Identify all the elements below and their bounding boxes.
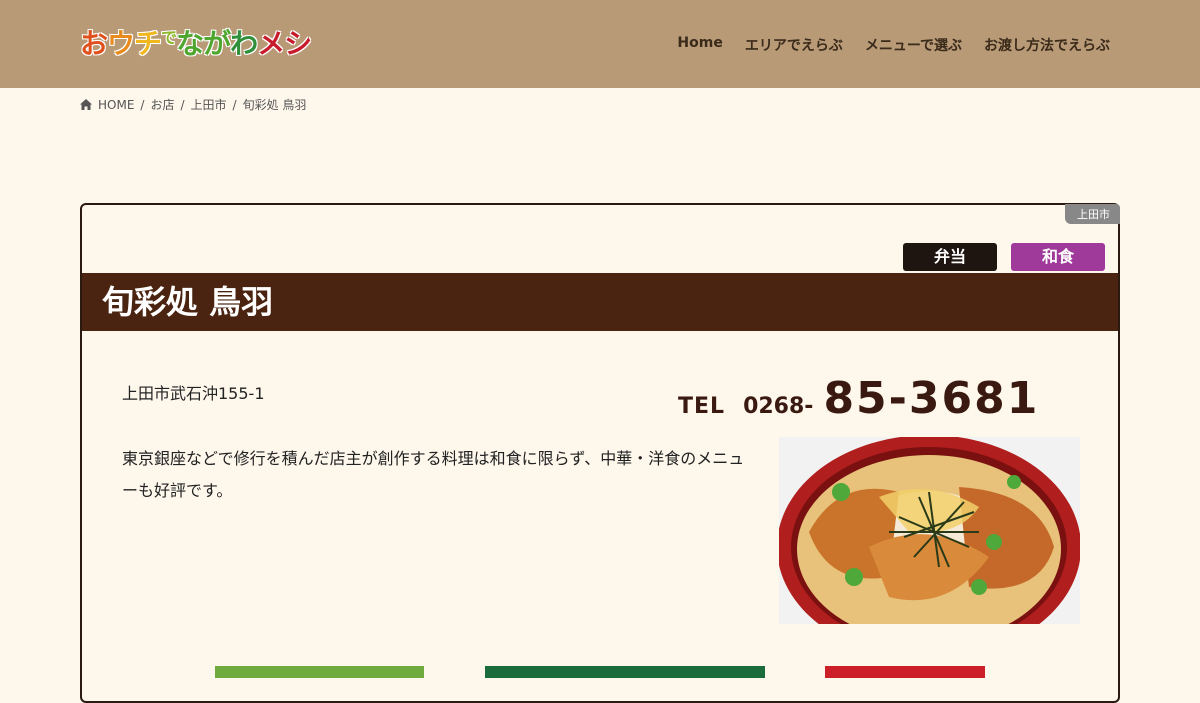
breadcrumb-separator: / (140, 97, 145, 112)
shop-tel[interactable]: TEL 0268- 85-3681 (678, 373, 1039, 424)
site-logo[interactable]: おウチでながわメシ (80, 22, 312, 62)
nav-area[interactable]: エリアでえらぶ (745, 35, 843, 55)
breadcrumb-separator: / (180, 97, 185, 112)
breadcrumb-area[interactable]: 上田市 (191, 96, 227, 113)
nav-menu[interactable]: メニューで選ぶ (865, 35, 962, 55)
breadcrumb-shops[interactable]: お店 (150, 96, 174, 113)
tel-prefix: 0268- (743, 394, 814, 419)
tag-washoku[interactable]: 和食 (1011, 243, 1105, 271)
breadcrumb-separator: / (232, 97, 237, 112)
logo-char: な (176, 27, 204, 60)
breadcrumb-home[interactable]: HOME (98, 98, 134, 112)
action-button-3[interactable] (825, 666, 985, 678)
tel-number: 85-3681 (823, 373, 1040, 424)
logo-char: ウ (107, 27, 135, 60)
food-photo (779, 437, 1080, 624)
shop-card: 上田市 弁当 和食 旬彩処 鳥羽 上田市武石沖155-1 TEL 0268- 8… (80, 203, 1120, 703)
tel-label: TEL (678, 394, 726, 419)
logo-char: が (203, 27, 231, 60)
site-header: おウチでながわメシ Home エリアでえらぶ メニューで選ぶ お渡し方法でえらぶ (0, 0, 1200, 88)
logo-char: わ (230, 27, 258, 60)
main-nav: Home エリアでえらぶ メニューで選ぶ お渡し方法でえらぶ (677, 35, 1110, 55)
nav-delivery[interactable]: お渡し方法でえらぶ (984, 35, 1110, 55)
katsudon-image (779, 437, 1080, 624)
shop-address: 上田市武石沖155-1 (122, 384, 265, 403)
breadcrumb-current: 旬彩処 鳥羽 (242, 98, 307, 112)
action-button-2[interactable] (485, 666, 765, 678)
breadcrumb: HOME / お店 / 上田市 / 旬彩処 鳥羽 (80, 96, 306, 113)
nav-home[interactable]: Home (677, 35, 722, 55)
tag-bento[interactable]: 弁当 (903, 243, 997, 271)
logo-char: チ (134, 27, 162, 60)
logo-char: メシ (257, 27, 312, 60)
shop-description: 東京銀座などで修行を積んだ店主が創作する料理は和食に限らず、中華・洋食のメニュー… (122, 449, 745, 500)
home-icon (80, 99, 92, 110)
logo-char: お (80, 27, 108, 60)
logo-char: で (161, 28, 177, 47)
shop-title: 旬彩処 鳥羽 (82, 273, 1118, 331)
area-badge: 上田市 (1065, 204, 1120, 224)
action-button-1[interactable] (215, 666, 424, 678)
